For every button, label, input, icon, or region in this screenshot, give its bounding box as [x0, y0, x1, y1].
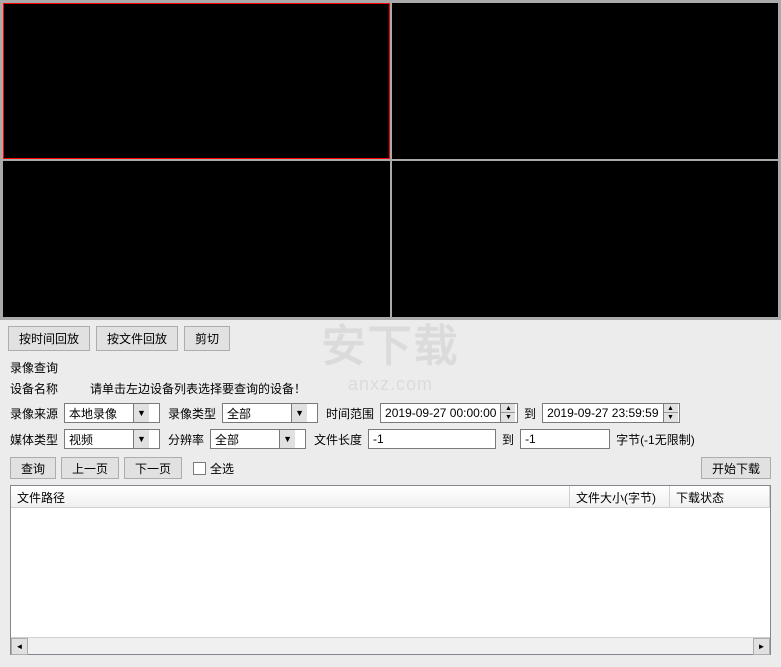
time-end-input[interactable]: 2019-09-27 23:59:59 ▲ ▼ — [542, 403, 680, 423]
col-path[interactable]: 文件路径 — [11, 486, 570, 507]
select-all-label: 全选 — [210, 460, 234, 477]
file-length-to-label: 到 — [502, 431, 514, 448]
table-body — [11, 508, 770, 637]
record-type-label: 录像类型 — [168, 405, 216, 422]
source-value: 本地录像 — [65, 405, 133, 422]
video-cell-2[interactable] — [392, 3, 779, 159]
video-cell-3[interactable] — [3, 161, 390, 317]
record-type-value: 全部 — [223, 405, 291, 422]
tab-cut[interactable]: 剪切 — [184, 326, 230, 351]
resolution-value: 全部 — [211, 431, 279, 448]
query-section: 录像查询 设备名称 请单击左边设备列表选择要查询的设备！ 录像来源 本地录像 ▼… — [0, 355, 781, 449]
media-type-label: 媒体类型 — [10, 431, 58, 448]
video-cell-4[interactable] — [392, 161, 779, 317]
resolution-label: 分辨率 — [168, 431, 204, 448]
tab-playback-time[interactable]: 按时间回放 — [8, 326, 90, 351]
video-grid — [0, 0, 781, 320]
start-download-button[interactable]: 开始下载 — [701, 457, 771, 479]
source-select[interactable]: 本地录像 ▼ — [64, 403, 160, 423]
device-name-row: 设备名称 请单击左边设备列表选择要查询的设备！ — [10, 380, 771, 397]
time-start-input[interactable]: 2019-09-27 00:00:00 ▲ ▼ — [380, 403, 518, 423]
device-hint: 请单击左边设备列表选择要查询的设备！ — [90, 380, 306, 397]
file-length-label: 文件长度 — [314, 431, 362, 448]
time-end-value: 2019-09-27 23:59:59 — [543, 404, 662, 422]
tab-playback-file[interactable]: 按文件回放 — [96, 326, 178, 351]
horizontal-scrollbar[interactable]: ◄ ► — [11, 637, 770, 654]
scroll-right-icon[interactable]: ► — [753, 638, 770, 655]
file-length-from-input[interactable] — [368, 429, 496, 449]
col-size[interactable]: 文件大小(字节) — [570, 486, 670, 507]
col-status[interactable]: 下载状态 — [670, 486, 770, 507]
time-range-label: 时间范围 — [326, 405, 374, 422]
device-name-label: 设备名称 — [10, 380, 58, 397]
time-start-value: 2019-09-27 00:00:00 — [381, 404, 500, 422]
dropdown-icon: ▼ — [291, 404, 307, 422]
time-to-label: 到 — [524, 405, 536, 422]
scroll-left-icon[interactable]: ◄ — [11, 638, 28, 655]
video-cell-1[interactable] — [3, 3, 390, 159]
dropdown-icon: ▼ — [279, 430, 295, 448]
select-all-checkbox[interactable]: 全选 — [193, 460, 234, 477]
checkbox-icon — [193, 462, 206, 475]
next-page-button[interactable]: 下一页 — [124, 457, 182, 479]
section-title: 录像查询 — [10, 359, 771, 376]
spin-up-icon[interactable]: ▲ — [664, 404, 678, 413]
prev-page-button[interactable]: 上一页 — [61, 457, 119, 479]
filter-row-1: 录像来源 本地录像 ▼ 录像类型 全部 ▼ 时间范围 2019-09-27 00… — [10, 403, 771, 423]
file-length-to-input[interactable] — [520, 429, 610, 449]
source-label: 录像来源 — [10, 405, 58, 422]
media-type-value: 视频 — [65, 431, 133, 448]
spin-down-icon[interactable]: ▼ — [501, 413, 515, 422]
media-type-select[interactable]: 视频 ▼ — [64, 429, 160, 449]
table-header: 文件路径 文件大小(字节) 下载状态 — [11, 486, 770, 508]
dropdown-icon: ▼ — [133, 404, 149, 422]
record-type-select[interactable]: 全部 ▼ — [222, 403, 318, 423]
tab-row: 按时间回放 按文件回放 剪切 — [0, 320, 781, 355]
resolution-select[interactable]: 全部 ▼ — [210, 429, 306, 449]
results-table: 文件路径 文件大小(字节) 下载状态 ◄ ► — [10, 485, 771, 655]
bytes-unlimited-label: 字节(-1无限制) — [616, 431, 695, 448]
spin-down-icon[interactable]: ▼ — [664, 413, 678, 422]
query-button[interactable]: 查询 — [10, 457, 56, 479]
action-row: 查询 上一页 下一页 全选 开始下载 — [0, 455, 781, 485]
dropdown-icon: ▼ — [133, 430, 149, 448]
spin-up-icon[interactable]: ▲ — [501, 404, 515, 413]
filter-row-2: 媒体类型 视频 ▼ 分辨率 全部 ▼ 文件长度 到 字节(-1无限制) — [10, 429, 771, 449]
